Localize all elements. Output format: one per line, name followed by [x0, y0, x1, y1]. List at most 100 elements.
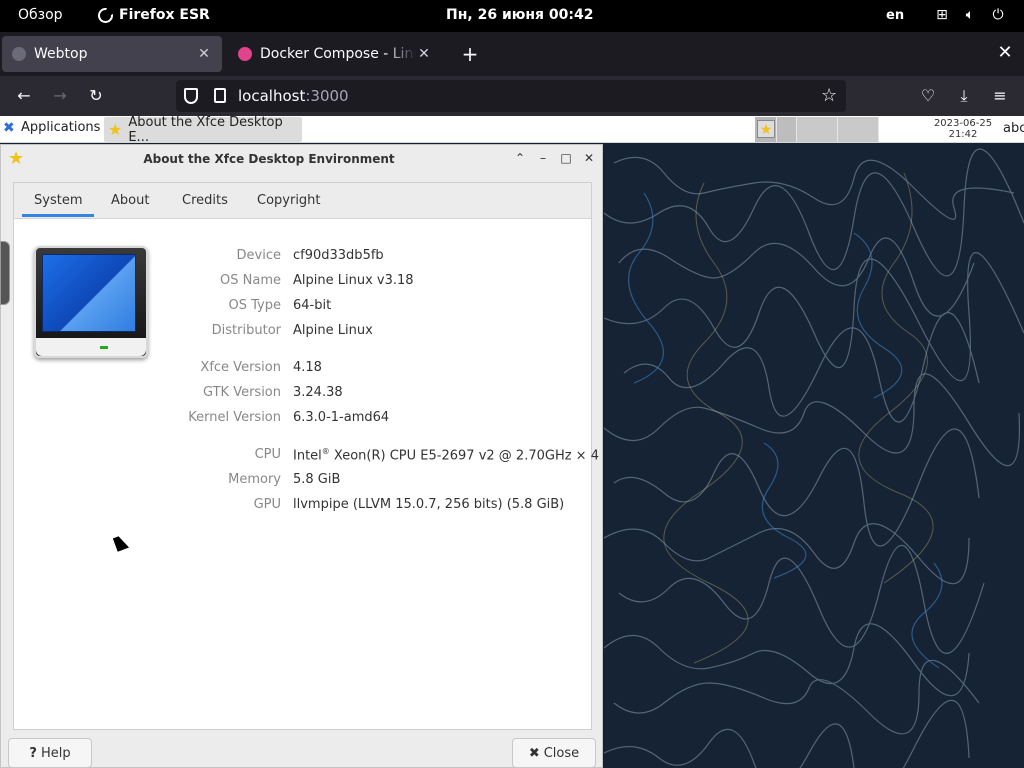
xfce-logo-icon: ✖ [3, 119, 15, 136]
tab-credits[interactable]: Credits [182, 193, 228, 208]
info-row-distributor: Distributor Alpine Linux [14, 323, 591, 341]
downloads-icon[interactable]: ⤓ [954, 86, 974, 106]
app-name: Firefox ESR [119, 7, 210, 23]
info-value: 4.18 [293, 360, 322, 375]
info-label: OS Type [228, 298, 281, 313]
workspace-1-rest[interactable] [777, 117, 797, 142]
info-value: 6.3.0-1-amd64 [293, 410, 390, 425]
back-button[interactable]: ← [14, 86, 34, 106]
tab-about[interactable]: About [111, 193, 149, 208]
app-menu[interactable]: Firefox ESR [98, 6, 210, 23]
info-label: Kernel Version [188, 410, 281, 425]
firefox-icon [98, 6, 114, 23]
datetime-clock[interactable]: Пн, 26 июня 00:42 [446, 7, 593, 23]
gnome-top-bar: Обзор Firefox ESR Пн, 26 июня 00:42 en ⊞… [0, 0, 1024, 32]
system-tray[interactable]: ⊞ 🔈︎ ⏻ [934, 7, 1006, 23]
forward-button[interactable]: → [50, 86, 70, 106]
tracking-shield-icon[interactable] [184, 88, 198, 104]
close-tab-icon[interactable]: ✕ [416, 46, 432, 62]
pocket-icon[interactable]: ♡ [918, 86, 938, 106]
clock-date: 2023-06-25 [933, 118, 993, 129]
applications-menu[interactable]: ✖ Applications ⋮ [3, 120, 117, 135]
webtop-desktop[interactable]: ✖ Applications ⋮ ★ About the Xfce Deskto… [0, 116, 1024, 768]
maximize-icon[interactable]: □ [558, 150, 574, 166]
activities-button[interactable]: Обзор [18, 7, 63, 23]
tab-docker-compose[interactable]: Docker Compose - LinuxServer ✕ [228, 36, 442, 72]
info-value: 5.8 GiB [293, 472, 341, 487]
network-icon[interactable]: ⊞ [934, 7, 950, 23]
workspace-2[interactable] [797, 117, 838, 142]
info-label: Device [236, 248, 281, 263]
dialog-title: About the Xfce Desktop Environment [143, 152, 395, 166]
help-label: Help [40, 745, 71, 761]
keyboard-layout[interactable]: abc [1003, 121, 1024, 136]
close-tab-icon[interactable]: ✕ [196, 46, 212, 62]
info-value: 64-bit [293, 298, 332, 313]
info-row-os-type: OS Type 64-bit [14, 298, 591, 316]
menu-icon[interactable]: ≡ [990, 86, 1010, 106]
clock-time: 21:42 [948, 129, 978, 140]
reload-button[interactable]: ↻ [86, 86, 106, 106]
xfce-panel: ✖ Applications ⋮ ★ About the Xfce Deskto… [0, 116, 1024, 145]
browser-tab-strip: Webtop ✕ Docker Compose - LinuxServer ✕ [0, 32, 1024, 76]
close-icon[interactable]: ✕ [581, 150, 597, 166]
panel-clock[interactable]: 2023-06-25 21:42 [930, 118, 996, 140]
tab-webtop[interactable]: Webtop ✕ [2, 36, 222, 72]
desktop-wallpaper [604, 143, 1024, 768]
url-text[interactable]: localhost:3000 [238, 87, 349, 105]
tab-copyright[interactable]: Copyright [257, 193, 321, 208]
window-close-icon[interactable]: ✕ [996, 44, 1014, 62]
info-row-gtk-version: GTK Version 3.24.38 [14, 385, 591, 403]
about-notebook: System About Credits Copyright Device cf… [13, 182, 599, 730]
about-xfce-dialog: ★ About the Xfce Desktop Environment ⌃ –… [0, 144, 603, 768]
new-tab-button[interactable]: + [460, 44, 480, 64]
taskbar-button-about-xfce[interactable]: ★ About the Xfce Desktop E... [104, 116, 302, 145]
close-button[interactable]: ✖ Close [512, 738, 596, 768]
tab-title: Webtop [34, 46, 88, 62]
favicon-icon [12, 47, 26, 61]
shade-icon[interactable]: ⌃ [512, 150, 528, 166]
info-row-os-name: OS Name Alpine Linux v3.18 [14, 273, 591, 291]
star-icon: ★ [108, 120, 123, 139]
help-icon: ? [29, 745, 37, 761]
close-label: Close [543, 745, 580, 761]
info-value: Intel® Xeon(R) CPU E5-2697 v2 @ 2.70GHz … [293, 447, 599, 464]
info-row-device: Device cf90d33db5fb [14, 248, 591, 266]
power-icon[interactable]: ⏻ [990, 7, 1006, 23]
info-label: Distributor [211, 323, 281, 338]
info-label: GTK Version [202, 385, 281, 400]
tab-system[interactable]: System [21, 193, 96, 217]
info-row-memory: Memory 5.8 GiB [14, 472, 591, 490]
language-indicator[interactable]: en [886, 8, 904, 23]
info-value: Alpine Linux v3.18 [293, 273, 414, 288]
close-icon: ✖ [528, 745, 540, 761]
info-value: 3.24.38 [293, 385, 343, 400]
info-value: llvmpipe (LLVM 15.0.7, 256 bits) (5.8 Gi… [293, 497, 565, 512]
info-row-xfce-version: Xfce Version 4.18 [14, 360, 591, 378]
info-value: Alpine Linux [293, 323, 373, 338]
info-label: Memory [228, 472, 281, 487]
help-button[interactable]: ? Help [8, 738, 92, 768]
url-bar[interactable]: localhost:3000 ☆ [176, 80, 846, 112]
taskbar-button-label: About the Xfce Desktop E... [128, 116, 283, 145]
star-icon: ★ [757, 120, 775, 138]
minimize-icon[interactable]: – [535, 150, 551, 166]
notebook-tabs: System About Credits Copyright [14, 183, 591, 219]
applications-label: Applications [21, 120, 101, 135]
volume-icon[interactable]: 🔈︎ [962, 7, 978, 23]
workspace-3[interactable] [838, 117, 879, 142]
info-label: OS Name [220, 273, 281, 288]
info-row-gpu: GPU llvmpipe (LLVM 15.0.7, 256 bits) (5.… [14, 497, 591, 515]
tab-title: Docker Compose - LinuxServer [260, 46, 416, 62]
webtop-sidebar-handle[interactable] [0, 241, 10, 305]
dialog-titlebar[interactable]: ★ About the Xfce Desktop Environment ⌃ –… [1, 145, 602, 173]
info-row-cpu: CPU Intel® Xeon(R) CPU E5-2697 v2 @ 2.70… [14, 447, 599, 465]
page-info-icon[interactable] [214, 88, 226, 103]
workspace-1[interactable]: ★ [755, 117, 777, 142]
bookmark-star-icon[interactable]: ☆ [821, 85, 837, 106]
info-label: Xfce Version [200, 360, 281, 375]
info-label: CPU [254, 447, 281, 462]
info-row-kernel-version: Kernel Version 6.3.0-1-amd64 [14, 410, 591, 428]
browser-nav-bar: ← → ↻ localhost:3000 ☆ ♡ ⤓ ≡ [0, 76, 1024, 116]
workspace-switcher[interactable]: ★ [755, 117, 879, 142]
